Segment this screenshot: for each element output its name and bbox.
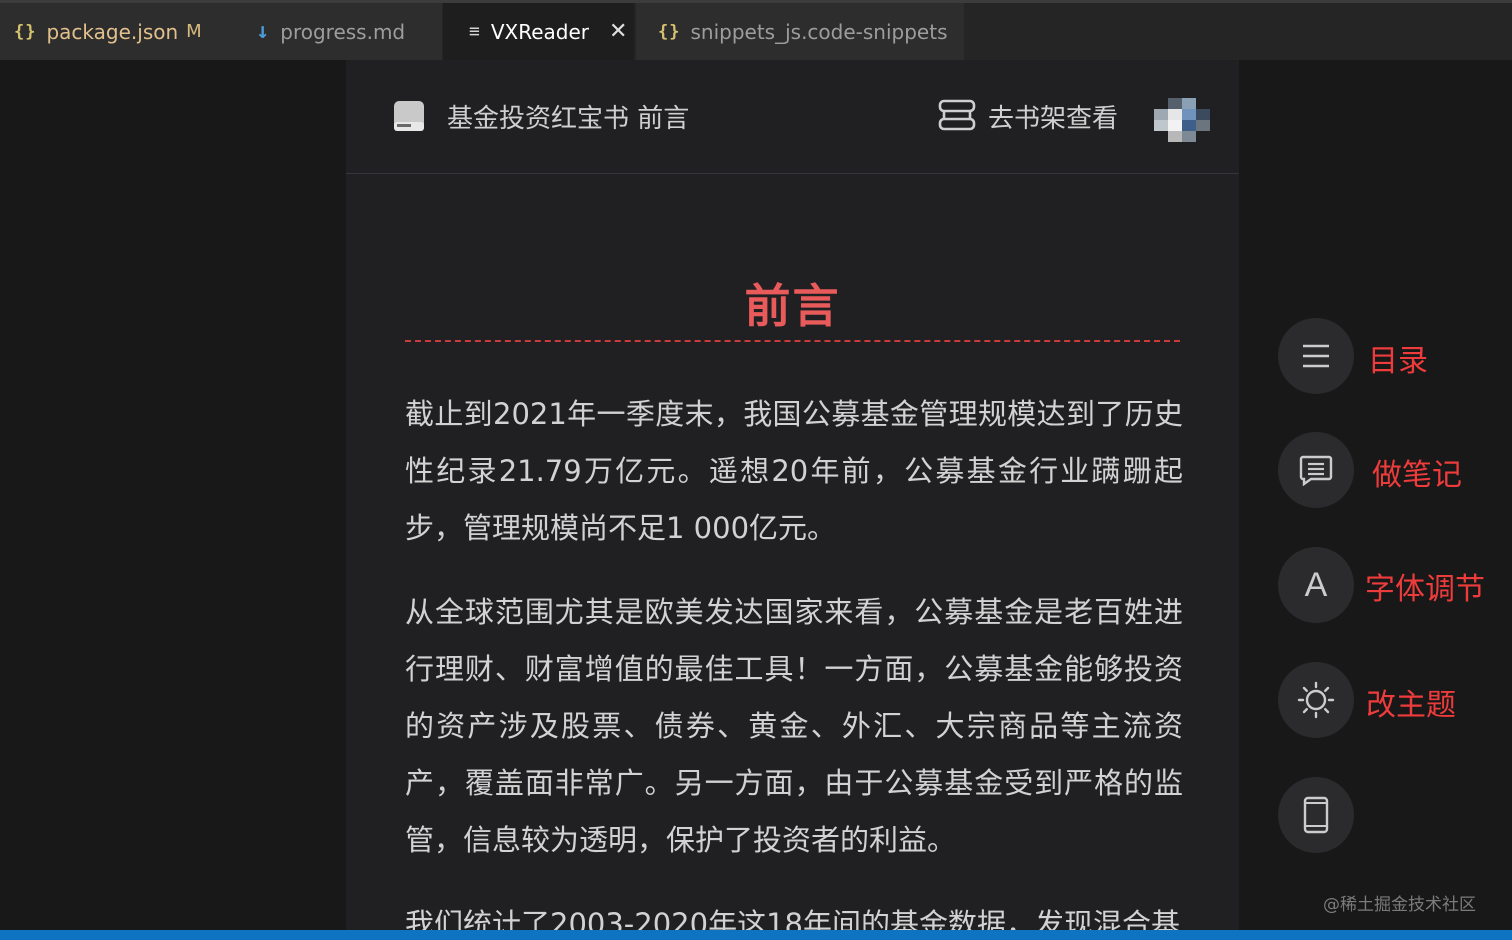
mobile-view-button[interactable] xyxy=(1278,777,1354,853)
markdown-file-icon: ↓ xyxy=(256,19,271,44)
chapter-title: 前言 xyxy=(744,279,841,333)
preview-lines-icon: ≡ xyxy=(469,21,481,42)
tab-label: package.json xyxy=(46,19,179,44)
paragraph: 截止到2021年一季度末，我国公募基金管理规模达到了历史性纪录21.79万亿元。… xyxy=(405,397,1183,545)
tab-vxreader[interactable]: ≡ VXReader ✕ xyxy=(443,3,634,60)
reader-panel: 基金投资红宝书 前言 去书架查看 前言 截止到2021年一季度末，我国公募基金管… xyxy=(346,60,1239,940)
tab-package-json[interactable]: {} package.json M xyxy=(0,3,222,60)
font-label[interactable]: 字体调节 xyxy=(1365,564,1485,608)
menu-icon xyxy=(1303,344,1329,368)
avatar[interactable] xyxy=(1154,98,1210,142)
tab-label: progress.md xyxy=(280,19,406,44)
bookshelf-icon xyxy=(938,99,976,131)
tab-label: VXReader xyxy=(490,19,590,44)
book-title: 基金投资红宝书 前言 xyxy=(447,104,690,134)
status-bar xyxy=(0,930,1512,940)
toc-button[interactable] xyxy=(1278,318,1354,394)
tab-label: snippets_js.code-snippets xyxy=(690,19,948,44)
paragraph: 从全球范围尤其是欧美发达国家来看，公募基金是老百姓进行理财、财富增值的最佳工具！… xyxy=(405,595,1183,857)
modified-badge: M xyxy=(186,21,202,42)
font-icon: A xyxy=(1304,565,1328,604)
bookshelf-label: 去书架查看 xyxy=(988,103,1119,134)
chapter-divider xyxy=(405,340,1180,342)
theme-button[interactable] xyxy=(1278,662,1354,738)
go-to-bookshelf-button[interactable]: 去书架查看 xyxy=(938,96,1118,136)
book-icon xyxy=(394,101,424,131)
json-file-icon: {} xyxy=(658,21,681,42)
chapter-content: 截止到2021年一季度末，我国公募基金管理规模达到了历史性纪录21.79万亿元。… xyxy=(405,386,1183,940)
vscode-window: {} package.json M ↓ progress.md ≡ VXRead… xyxy=(0,0,1512,940)
watermark: @稀土掘金技术社区 xyxy=(1323,895,1476,915)
sun-icon xyxy=(1297,681,1335,719)
close-icon[interactable]: ✕ xyxy=(609,19,627,44)
comment-icon xyxy=(1299,455,1333,486)
editor-tab-bar: {} package.json M ↓ progress.md ≡ VXRead… xyxy=(0,0,1512,60)
tab-snippets[interactable]: {} snippets_js.code-snippets xyxy=(636,3,964,60)
reader-header: 基金投资红宝书 前言 去书架查看 xyxy=(346,60,1239,174)
toc-label[interactable]: 目录 xyxy=(1368,336,1428,380)
json-file-icon: {} xyxy=(14,21,37,42)
phone-icon xyxy=(1303,796,1329,834)
tab-progress-md[interactable]: ↓ progress.md xyxy=(222,3,442,60)
note-label[interactable]: 做笔记 xyxy=(1372,450,1462,494)
font-size-button[interactable]: A xyxy=(1278,547,1354,623)
note-button[interactable] xyxy=(1278,432,1354,508)
theme-label[interactable]: 改主题 xyxy=(1366,680,1456,724)
